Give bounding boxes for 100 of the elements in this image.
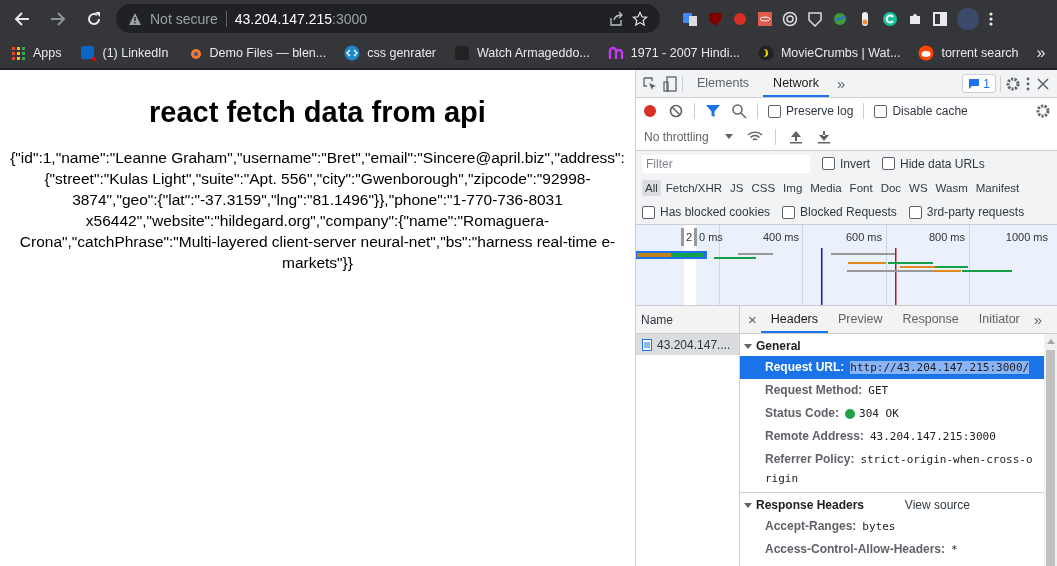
bookmark[interactable]: torrent search: [918, 44, 1019, 61]
section-header[interactable]: Response Headers View source: [740, 494, 1044, 515]
side-panel-icon[interactable]: [932, 10, 948, 27]
bookmark-label: 1971 - 2007 Hindi...: [630, 45, 740, 60]
detail-tab[interactable]: Preview: [828, 306, 893, 333]
security-label: Not secure: [150, 10, 218, 27]
devtools-tab[interactable]: Elements: [687, 70, 760, 97]
bookmark[interactable]: Apps: [10, 44, 62, 61]
request-row[interactable]: 43.204.147....: [636, 334, 739, 355]
download-icon[interactable]: [815, 129, 832, 145]
grammar-icon[interactable]: [882, 10, 898, 27]
target-icon[interactable]: [782, 10, 798, 27]
more-bookmarks-button[interactable]: »: [1036, 43, 1056, 62]
code-icon: [344, 44, 361, 61]
time-tick-label: 1000 ms: [1005, 231, 1048, 243]
time-tick-label: 800 ms: [928, 231, 965, 243]
atom-icon[interactable]: [757, 10, 773, 27]
type-filter-button[interactable]: All: [642, 180, 661, 196]
device-icon[interactable]: [662, 75, 678, 92]
type-filter-button[interactable]: Fetch/XHR: [662, 180, 726, 196]
share-icon[interactable]: [608, 10, 624, 27]
reddit-icon: [918, 44, 935, 61]
bookmark-label: Watch Armageddo...: [477, 45, 590, 60]
section-header[interactable]: General: [740, 335, 1044, 356]
header-row-text: Access-Control-Allow-Headers: *: [764, 541, 959, 558]
type-filter-button[interactable]: JS: [727, 180, 747, 196]
type-filter-button[interactable]: WS: [906, 180, 931, 196]
upload-icon[interactable]: [787, 129, 804, 145]
throttling-dropdown[interactable]: No throttling: [642, 130, 735, 144]
translate-icon[interactable]: [682, 10, 698, 27]
bookmark-label: MovieCrumbs | Wat...: [780, 45, 901, 60]
more-tabs-button[interactable]: »: [832, 75, 850, 92]
checkbox[interactable]: Hide data URLs: [882, 156, 985, 171]
url-port: :3000: [332, 10, 368, 27]
record-icon[interactable]: [732, 10, 748, 27]
checkbox[interactable]: Disable cache: [874, 104, 968, 118]
url-host: 43.204.147.215: [234, 10, 333, 27]
header-row[interactable]: Referrer Policy: strict-origin-when-cross-origin: [740, 448, 1044, 490]
settings-icon[interactable]: [1035, 103, 1051, 119]
search-icon[interactable]: [731, 103, 747, 119]
scrollbar-thumb[interactable]: [1046, 350, 1055, 566]
type-filter-button[interactable]: Manifest: [972, 180, 1023, 196]
detail-tab[interactable]: Initiator: [968, 306, 1030, 333]
apps-grid-icon: [10, 44, 26, 61]
type-filter-button[interactable]: Media: [807, 180, 845, 196]
detail-tab[interactable]: Headers: [760, 306, 828, 333]
devtools-tab[interactable]: Network: [763, 70, 829, 97]
header-row[interactable]: Request URL: http://43.204.147.215:3000/: [740, 356, 1044, 379]
more-tabs-button[interactable]: »: [1029, 311, 1047, 328]
time-tick-label: 400 ms: [762, 231, 799, 243]
shield-icon[interactable]: [807, 10, 823, 27]
header-row-text: Accept-Ranges: bytes: [764, 518, 897, 535]
type-filter-button[interactable]: CSS: [748, 180, 779, 196]
star-icon[interactable]: [632, 10, 648, 27]
globe-icon[interactable]: [832, 10, 848, 27]
checkbox[interactable]: 3rd-party requests: [908, 205, 1025, 219]
bookmark[interactable]: Demo Files — blen...: [186, 44, 327, 61]
back-arrow-icon[interactable]: [14, 10, 30, 27]
checkbox[interactable]: Has blocked cookies: [642, 205, 771, 219]
m-logo-icon: [607, 44, 624, 61]
tile-icon: [454, 44, 470, 61]
header-row[interactable]: Request Method: GET: [740, 379, 1044, 402]
filter-field[interactable]: Filter: [642, 154, 810, 173]
bookmark[interactable]: MovieCrumbs | Wat...: [757, 44, 901, 61]
header-row[interactable]: Remote Address: 43.204.147.215:3000: [740, 425, 1044, 448]
settings-icon[interactable]: [1005, 75, 1021, 92]
reload-icon[interactable]: [86, 10, 102, 27]
close-button[interactable]: ×: [744, 311, 761, 328]
checkbox[interactable]: Preserve log: [768, 104, 854, 118]
view-source-link[interactable]: View source: [904, 497, 970, 512]
bookmark[interactable]: Watch Armageddo...: [454, 44, 590, 61]
type-filter-button[interactable]: Doc: [877, 180, 905, 196]
bookmark[interactable]: (1) LinkedIn: [79, 44, 169, 61]
type-filter-button[interactable]: Img: [780, 180, 806, 196]
more-options-icon[interactable]: [1025, 75, 1031, 92]
document-icon: [642, 338, 652, 351]
record-button-icon[interactable]: [642, 103, 658, 119]
forward-arrow-icon[interactable]: [50, 10, 66, 27]
type-filter-button[interactable]: Wasm: [932, 180, 971, 196]
time-tick-label: 2: [686, 231, 693, 243]
issues-button[interactable]: 1: [962, 74, 996, 93]
filter-icon[interactable]: [705, 103, 721, 119]
menu-icon[interactable]: [988, 10, 994, 27]
inspect-icon[interactable]: [642, 75, 658, 92]
checkbox[interactable]: Invert: [822, 156, 870, 171]
range-handle-drawing[interactable]: [681, 228, 697, 246]
header-row[interactable]: Status Code: 304 OK: [740, 402, 1044, 425]
bookmark[interactable]: css genrater: [344, 44, 436, 61]
column-header[interactable]: Name: [636, 306, 739, 334]
time-tick-label: 600 ms: [845, 231, 882, 243]
address-bar[interactable]: Not secure 43.204.147.215:3000: [116, 4, 660, 33]
type-filter-button[interactable]: Font: [846, 180, 876, 196]
close-icon[interactable]: [1035, 75, 1051, 92]
checkbox[interactable]: Blocked Requests: [782, 205, 897, 219]
bookmark-label: Demo Files — blen...: [209, 45, 327, 60]
detail-tab[interactable]: Response: [892, 306, 969, 333]
bookmark-label: torrent search: [941, 45, 1019, 60]
clear-icon[interactable]: [668, 103, 684, 119]
message-icon: [968, 77, 981, 90]
bookmark[interactable]: 1971 - 2007 Hindi...: [607, 44, 740, 61]
